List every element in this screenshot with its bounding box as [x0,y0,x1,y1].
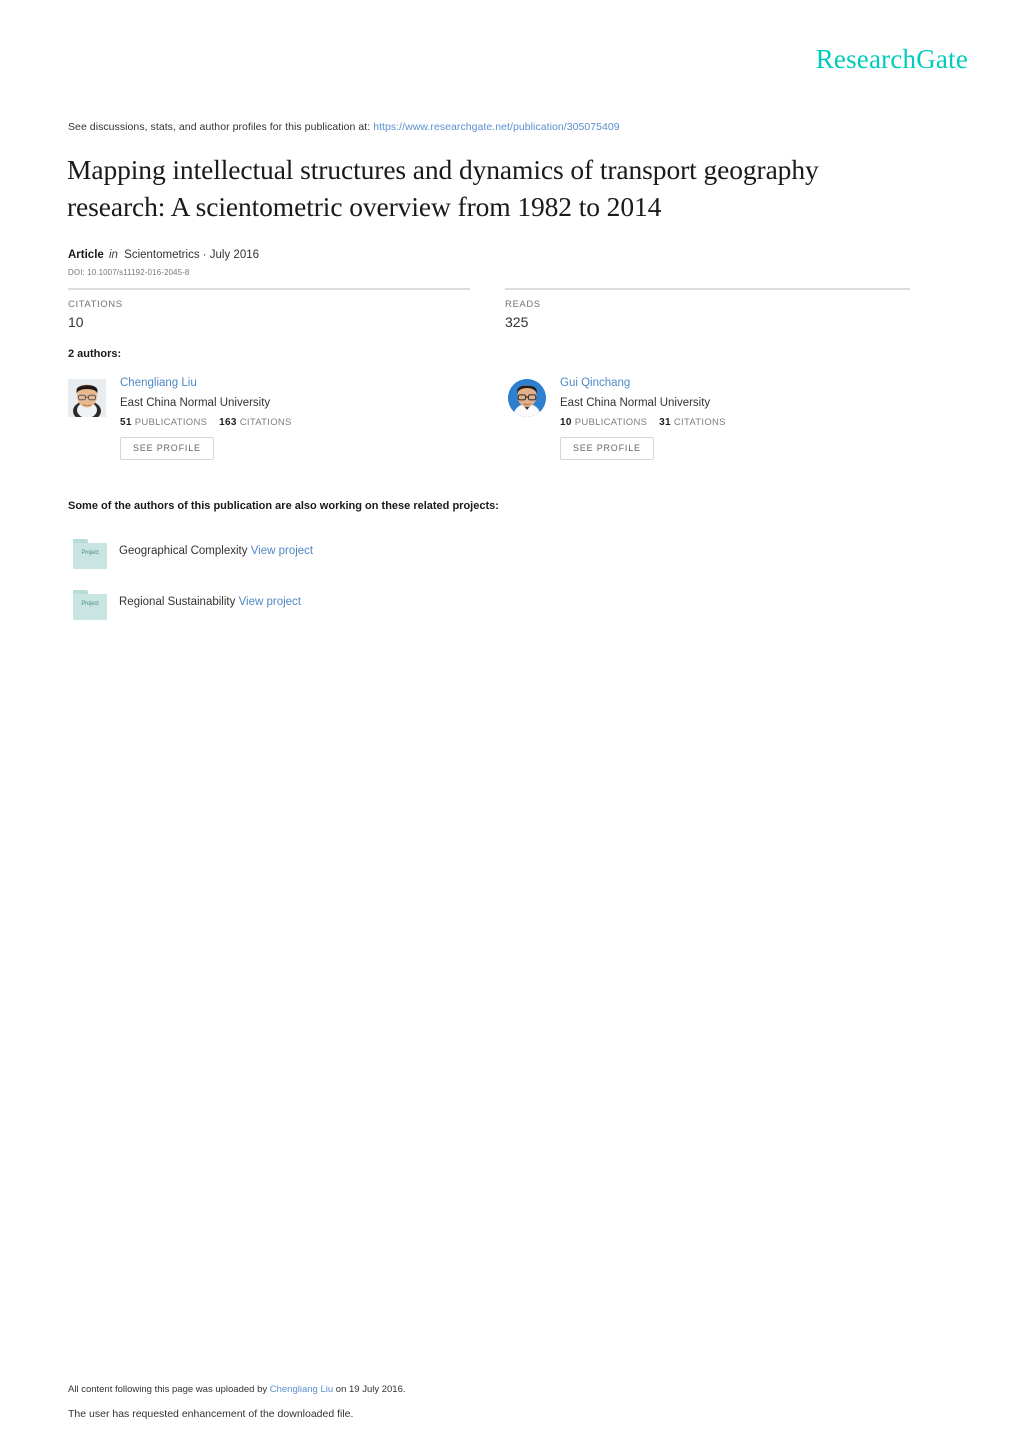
author-citations-count: 163 [219,417,237,429]
metric-divider [68,288,470,290]
see-profile-button[interactable]: SEE PROFILE [120,437,214,461]
discussion-prefix: See discussions, stats, and author profi… [68,121,371,133]
reads-value: 325 [505,314,529,330]
author-card: Chengliang Liu East China Normal Univers… [68,376,468,472]
publication-url-link[interactable]: https://www.researchgate.net/publication… [373,121,620,133]
footer-suffix: on 19 July 2016. [335,1384,406,1395]
author-publications-label: PUBLICATIONS [574,417,648,429]
author-citations-label: CITATIONS [239,417,292,429]
author-citations-count: 31 [659,417,671,429]
article-journal: Scientometrics · July 2016 [124,249,260,261]
avatar[interactable] [68,379,106,417]
avatar[interactable] [508,379,546,417]
author-affiliation: East China Normal University [560,396,711,409]
folder-body [73,594,107,620]
author-affiliation: East China Normal University [120,396,271,409]
project-name: Geographical Complexity [119,545,248,557]
author-publications-count: 10 [560,417,572,429]
project-text: Regional Sustainability View project [119,596,301,608]
project-folder-icon: Project [73,539,107,569]
footer-prefix: All content following this page was uplo… [68,1384,268,1395]
folder-label: Project [81,601,99,607]
author-stats: 10 PUBLICATIONS 31 CITATIONS [560,417,900,428]
footer-enhancement-note: The user has requested enhancement of th… [68,1408,354,1420]
citations-metric: CITATIONS 10 [68,288,470,330]
article-in-word: in [109,249,118,261]
discussion-line: See discussions, stats, and author profi… [68,121,620,133]
author-publications-count: 51 [120,417,132,429]
projects-heading: Some of the authors of this publication … [68,500,499,512]
author-stats: 51 PUBLICATIONS 163 CITATIONS [120,417,460,428]
project-text: Geographical Complexity View project [119,545,313,557]
page-title: Mapping intellectual structures and dyna… [67,154,819,222]
project-folder-icon: Project [73,590,107,620]
article-meta: Article in Scientometrics · July 2016 [68,249,259,261]
author-details: Gui Qinchang East China Normal Universit… [560,376,900,461]
citations-value: 10 [68,314,84,330]
article-type: Article [68,249,104,261]
citations-label: CITATIONS [68,299,123,310]
author-citations-label: CITATIONS [673,417,726,429]
reads-metric: READS 325 [505,288,910,330]
author-name-link[interactable]: Chengliang Liu [120,376,460,392]
folder-body [73,543,107,569]
author-publications-label: PUBLICATIONS [134,417,208,429]
view-project-link[interactable]: View project [239,596,301,608]
metric-divider [505,288,910,290]
metrics-row: CITATIONS 10 READS 325 [68,288,910,348]
article-doi: DOI: 10.1007/s11192-016-2045-8 [68,268,190,277]
view-project-link[interactable]: View project [251,545,313,557]
publication-cover-page: ResearchGate See discussions, stats, and… [0,0,1020,1441]
folder-label: Project [81,550,99,556]
researchgate-logo: ResearchGate [815,44,968,74]
author-details: Chengliang Liu East China Normal Univers… [120,376,460,461]
author-name-link[interactable]: Gui Qinchang [560,376,900,392]
author-card: Gui Qinchang East China Normal Universit… [508,376,908,472]
author-photo-icon [68,379,106,417]
authors-heading: 2 authors: [68,348,122,360]
reads-label: READS [505,299,541,310]
footer-upload-note: All content following this page was uplo… [68,1384,406,1395]
see-profile-button[interactable]: SEE PROFILE [560,437,654,461]
project-name: Regional Sustainability [119,596,236,608]
footer-uploader-link[interactable]: Chengliang Liu [270,1384,333,1395]
author-photo-icon [508,379,546,417]
